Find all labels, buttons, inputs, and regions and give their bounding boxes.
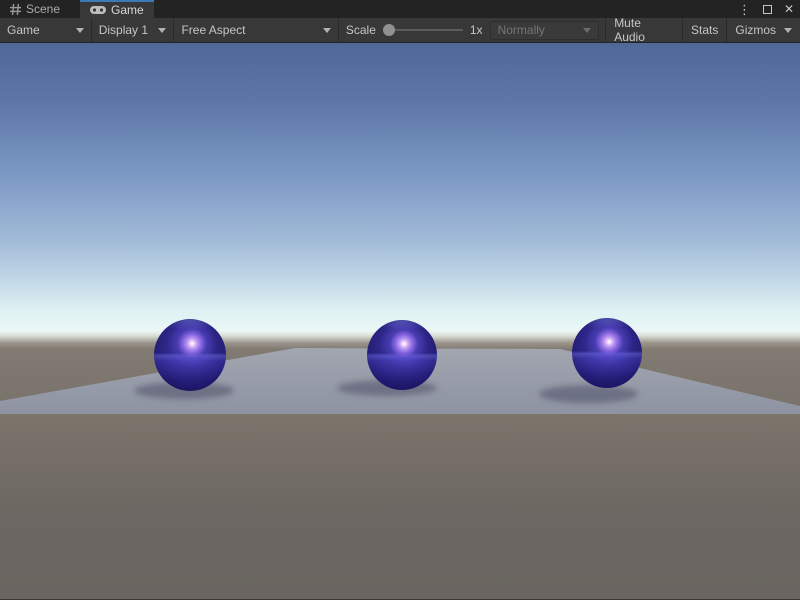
scale-slider-thumb[interactable] (383, 24, 395, 36)
mute-audio-button[interactable]: Mute Audio (606, 18, 682, 42)
play-mode-dropdown[interactable]: Normally (490, 21, 600, 40)
aspect-ratio-dropdown[interactable]: Free Aspect (174, 18, 337, 42)
chevron-down-icon (76, 28, 84, 33)
grid-icon (10, 4, 21, 15)
chevron-down-icon (158, 28, 166, 33)
stats-label: Stats (691, 23, 718, 37)
close-icon[interactable]: ✕ (784, 3, 794, 15)
tab-scene[interactable]: Scene (0, 0, 70, 18)
near-ground (0, 414, 800, 599)
chevron-down-icon (583, 28, 591, 33)
sphere-shadow (539, 385, 638, 403)
aspect-ratio-dropdown-label: Free Aspect (181, 23, 245, 37)
mute-audio-label: Mute Audio (614, 16, 674, 44)
game-view-toolbar: Game Display 1 Free Aspect Scale 1x Norm… (0, 18, 800, 43)
chevron-down-icon (323, 28, 331, 33)
blue-sphere (572, 318, 642, 388)
maximize-icon[interactable] (763, 5, 772, 14)
scale-value: 1x (470, 23, 483, 37)
kebab-menu-icon[interactable]: ⋮ (738, 3, 751, 16)
play-mode-dropdown-label: Normally (498, 23, 545, 37)
scale-slider-track[interactable] (393, 29, 463, 31)
blue-sphere (367, 320, 437, 390)
chevron-down-icon (784, 28, 792, 33)
gizmos-dropdown[interactable]: Gizmos (727, 18, 800, 42)
stats-button[interactable]: Stats (683, 18, 726, 42)
game-mode-dropdown[interactable]: Game (0, 18, 91, 42)
game-mode-dropdown-label: Game (7, 23, 40, 37)
scale-label: Scale (346, 23, 376, 37)
gizmos-label: Gizmos (735, 23, 776, 37)
scale-slider[interactable] (383, 23, 463, 37)
unity-game-window: Scene Game ⋮ ✕ Game Display 1 (0, 0, 800, 600)
tab-scene-label: Scene (26, 2, 60, 16)
window-controls: ⋮ ✕ (738, 0, 794, 18)
display-dropdown[interactable]: Display 1 (92, 18, 174, 42)
game-render-viewport[interactable] (0, 43, 800, 599)
tab-game[interactable]: Game (80, 0, 154, 18)
scale-control: Scale 1x (339, 18, 490, 42)
blue-sphere (154, 319, 226, 391)
gamepad-icon (90, 5, 106, 15)
tab-bar: Scene Game ⋮ ✕ (0, 0, 800, 18)
tab-game-label: Game (111, 3, 144, 17)
display-dropdown-label: Display 1 (99, 23, 148, 37)
